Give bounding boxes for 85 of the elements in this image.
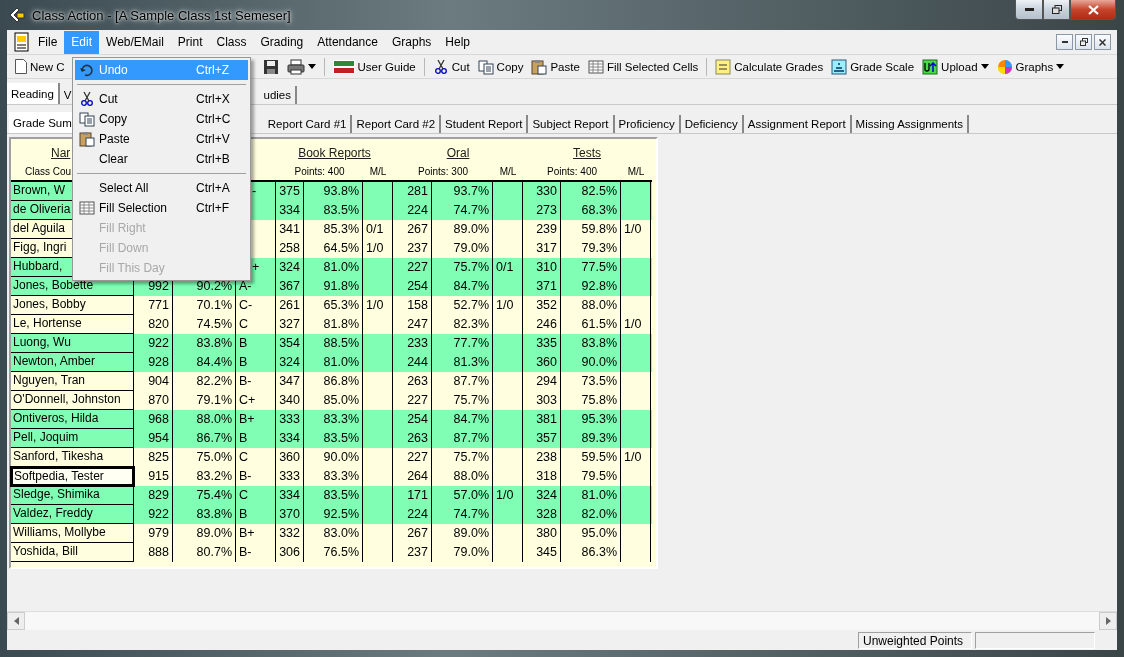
menu-item[interactable]: Fill Selection Ctrl+F: [75, 198, 248, 218]
caret-icon: [1056, 64, 1065, 69]
close-icon: [1099, 38, 1106, 46]
table-cell: 86.3%: [561, 543, 621, 562]
menu-item[interactable]: Graphs: [384, 30, 439, 54]
column-subheader: Points: 300: [417, 165, 468, 177]
toolbar-dropdown[interactable]: Upload: [918, 56, 993, 77]
menu-item[interactable]: File: [31, 30, 65, 54]
column-header: Book Reports: [298, 146, 371, 160]
grid-icon: [79, 200, 95, 216]
grid-icon: [587, 58, 604, 75]
copy-icon: [477, 58, 494, 75]
column-subheader: M/L: [369, 165, 387, 177]
table-cell: 80.7%: [173, 543, 236, 562]
table-cell: 345: [523, 543, 561, 562]
copy-icon: [79, 111, 95, 127]
name-cell[interactable]: Softpedia, Tester: [11, 467, 134, 486]
menu-item[interactable]: Grading: [253, 30, 311, 54]
close-button[interactable]: [1094, 34, 1111, 50]
menu-item[interactable]: Help: [438, 30, 477, 54]
close-button[interactable]: [1070, 0, 1116, 20]
toolbar-button[interactable]: Fill Selected Cells: [583, 56, 703, 77]
column-subheader: M/L: [499, 165, 517, 177]
column-header: Nar: [51, 146, 71, 160]
column-subheader: Class Cou: [25, 165, 72, 177]
menu-item[interactable]: Clear Ctrl+B: [75, 149, 248, 169]
column-header: Tests: [573, 146, 601, 160]
column-subheader: M/L: [627, 165, 645, 177]
menu-item[interactable]: Print: [170, 30, 210, 54]
status-panel: Unweighted Points: [858, 632, 972, 649]
menu-item[interactable]: Copy Ctrl+C: [75, 109, 248, 129]
table-cell: 79.0%: [432, 543, 493, 562]
name-cell[interactable]: Yoshida, Bill: [11, 543, 134, 562]
minimize-icon: [1061, 41, 1068, 43]
table-cell: B-: [236, 543, 276, 562]
scale-icon: [831, 58, 848, 75]
toolbar-button[interactable]: Paste: [527, 56, 584, 77]
column-header: Oral: [446, 146, 470, 160]
app-icon: [8, 6, 26, 24]
menu-item[interactable]: Class: [209, 30, 254, 54]
right-arrow-icon: [1105, 617, 1111, 625]
toolbar-button[interactable]: Calculate Grades: [711, 56, 828, 77]
minimize-icon: [1024, 8, 1034, 11]
caret-icon: [980, 64, 989, 69]
column-subheader: Points: 400: [546, 165, 597, 177]
document-icon: [13, 32, 31, 52]
undo-icon: [79, 62, 95, 78]
minimize-button[interactable]: [1015, 0, 1043, 20]
menu-item[interactable]: Cut Ctrl+X: [75, 89, 248, 109]
table-cell: 237: [393, 543, 432, 562]
restore-button[interactable]: [1043, 0, 1070, 20]
calculator-icon: [715, 58, 732, 75]
menu-item[interactable]: Paste Ctrl+V: [75, 129, 248, 149]
scissors-icon: [79, 91, 95, 107]
table-cell: 76.5%: [304, 543, 363, 562]
toolbar-button[interactable]: Cut: [428, 56, 474, 77]
book-icon: [332, 58, 355, 75]
horizontal-scrollbar[interactable]: [7, 611, 1117, 630]
table-cell: 888: [134, 543, 173, 562]
clipboard-icon: [79, 131, 95, 147]
upload-icon: [922, 58, 939, 75]
new-button[interactable]: New C: [11, 56, 69, 77]
restore-icon: [1079, 38, 1088, 46]
menu-item[interactable]: Web/EMail: [99, 30, 171, 54]
toolbar-dropdown[interactable]: Graphs: [992, 56, 1069, 77]
menu-item[interactable]: Attendance: [310, 30, 385, 54]
window-title: Class Action - [A Sample Class 1st Semeser]: [32, 7, 291, 23]
toolbar-button[interactable]: User Guide: [328, 56, 420, 77]
caret-icon: [307, 64, 316, 69]
column-subheader: Points: 400: [294, 165, 345, 177]
document-icon: [15, 59, 27, 74]
save-icon: [262, 58, 279, 75]
clipboard-icon: [531, 58, 548, 75]
pie-chart-icon: [996, 58, 1013, 75]
minimize-button[interactable]: [1056, 34, 1073, 50]
table-cell: 306: [276, 543, 304, 562]
left-arrow-icon: [13, 617, 19, 625]
toolbar-button[interactable]: Copy: [473, 56, 528, 77]
toolbar-button[interactable]: Grade Scale: [827, 56, 919, 77]
tab[interactable]: Reading: [7, 83, 60, 104]
scissors-icon: [432, 58, 449, 75]
close-icon: [1087, 4, 1099, 15]
restore-button[interactable]: [1075, 34, 1092, 50]
printer-icon: [286, 58, 305, 75]
restore-icon: [1051, 5, 1062, 14]
